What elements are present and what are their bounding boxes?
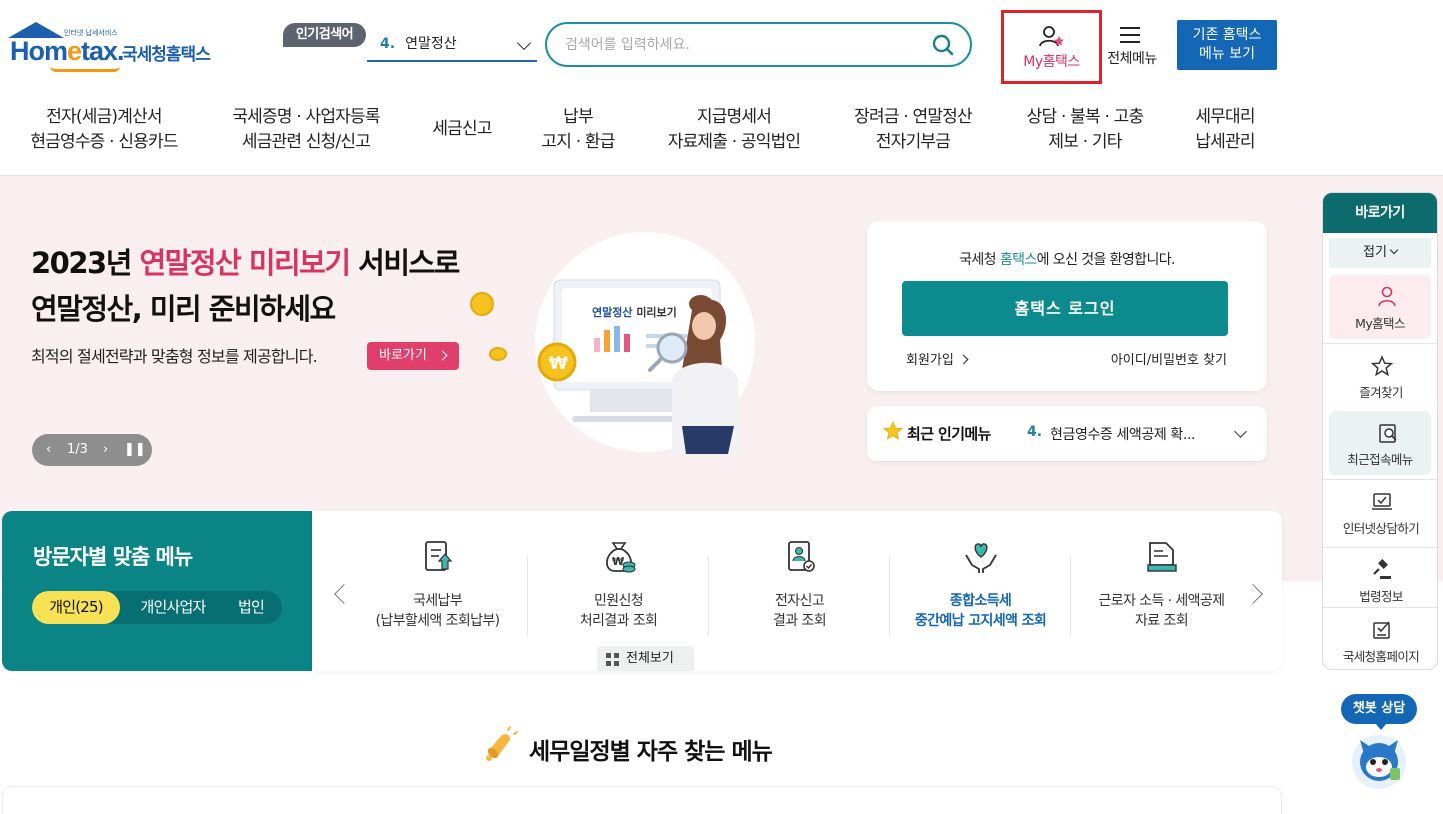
old-menu-label-2: 메뉴 보기 bbox=[1199, 46, 1255, 62]
next-slide-button[interactable]: › bbox=[103, 442, 108, 457]
visitor-menu-content: 국세납부 (납부할세액 조회납부) ₩ 민원신청 처리결과 조회 전자신고 결과 조회 bbox=[312, 511, 1282, 671]
tax-payment-icon bbox=[425, 541, 453, 571]
popular-search-rank: 4. bbox=[380, 36, 396, 52]
fold-button[interactable]: 접기 bbox=[1329, 238, 1431, 268]
gnb-item-certificate[interactable]: 국세증명 · 사업자등록 세금관련 신청/신고 bbox=[232, 105, 380, 155]
tab-corporation[interactable]: 법인 bbox=[228, 591, 274, 624]
gnb-item-year-end[interactable]: 장려금 · 연말정산 전자기부금 bbox=[854, 105, 973, 155]
form-stack-icon bbox=[1147, 542, 1177, 572]
chevron-down-icon bbox=[516, 35, 532, 51]
gnb-item-tax-filing[interactable]: 세금신고 bbox=[432, 117, 492, 142]
user-star-icon bbox=[1039, 26, 1064, 47]
search-box bbox=[545, 22, 972, 67]
recent-popular-menu[interactable]: 최근 인기메뉴 4. 현금영수증 세액공제 확... bbox=[867, 406, 1267, 461]
popular-search-term: 연말정산 bbox=[405, 36, 457, 52]
logo-brand: Hometax. bbox=[10, 36, 125, 66]
logo-korean-name: 국세청홈택스 bbox=[122, 45, 211, 65]
join-link[interactable]: 회원가입 bbox=[906, 349, 969, 368]
main-navigation: 전자(세금)계산서 현금영수증 · 신용카드 국세증명 · 사업자등록 세금관련 신… bbox=[0, 90, 1443, 176]
bell-icon bbox=[486, 726, 518, 761]
star-icon bbox=[1371, 355, 1393, 377]
visitor-item-e-filing-result[interactable]: 전자신고 결과 조회 bbox=[709, 511, 890, 671]
chevron-right-icon bbox=[437, 350, 448, 361]
visitor-item-income-tax-prepay[interactable]: 종합소득세 중간예납 고지세액 조회 bbox=[890, 511, 1071, 671]
hero-title: 2023년 연말정산 미리보기 서비스로 연말정산, 미리 준비하세요 bbox=[31, 246, 460, 326]
hometax-login-button[interactable]: 홈택스 로그인 bbox=[902, 281, 1228, 336]
grid-icon bbox=[606, 653, 619, 666]
logo-swoosh bbox=[50, 66, 120, 72]
quick-recent-menu[interactable]: 최근접속메뉴 bbox=[1329, 411, 1431, 475]
hamburger-icon bbox=[1120, 27, 1140, 48]
gnb-item-tax-agent[interactable]: 세무대리 납세관리 bbox=[1195, 105, 1255, 155]
old-menu-button[interactable]: 기존 홈택스 메뉴 보기 bbox=[1177, 20, 1277, 70]
illust-label: 연말정산 미리보기 bbox=[592, 305, 677, 319]
gavel-icon bbox=[1373, 559, 1391, 579]
checklist-icon bbox=[1373, 621, 1390, 639]
chevron-down-icon bbox=[1234, 425, 1247, 438]
gnb-item-e-invoice[interactable]: 전자(세금)계산서 현금영수증 · 신용카드 bbox=[30, 105, 178, 155]
login-card: 국세청 홈택스에 오신 것을 환영합니다. 홈택스 로그인 회원가입 아이디/비… bbox=[867, 221, 1267, 391]
star-icon bbox=[883, 421, 903, 440]
visitor-menu-title: 방문자별 맞춤 메뉴 bbox=[33, 545, 193, 569]
visitor-item-worker-deduction[interactable]: 근로자 소득 · 세액공제 자료 조회 bbox=[1071, 511, 1252, 671]
document-person-icon bbox=[788, 541, 815, 572]
quick-nts-homepage[interactable]: 국세청홈페이지 bbox=[1323, 607, 1437, 669]
quick-links-title: 바로가기 bbox=[1323, 193, 1437, 233]
popular-search-badge: 인기검색어 bbox=[283, 23, 366, 47]
tab-individual[interactable]: 개인(25) bbox=[32, 591, 120, 624]
slide-counter: 1/3 bbox=[67, 442, 88, 457]
visitor-item-tax-payment[interactable]: 국세납부 (납부할세액 조회납부) bbox=[347, 511, 528, 671]
hometax-logo[interactable]: 인터넷 납세서비스 Hometax. 국세청홈택스 bbox=[6, 22, 221, 74]
schedule-menu-card bbox=[2, 786, 1282, 814]
header: 인터넷 납세서비스 Hometax. 국세청홈택스 인기검색어 4. 연말정산 M… bbox=[0, 0, 1443, 90]
pause-button[interactable]: ❚❚ bbox=[124, 442, 146, 457]
recent-popular-title: 최근 인기메뉴 bbox=[907, 425, 991, 443]
find-id-password-link[interactable]: 아이디/비밀번호 찾기 bbox=[1111, 349, 1227, 368]
all-menu-label: 전체메뉴 bbox=[1107, 51, 1157, 67]
monitor-check-icon bbox=[1372, 493, 1392, 510]
year-end-preview-illustration: 연말정산 미리보기 ₩ bbox=[535, 232, 755, 454]
hero-go-button[interactable]: 바로가기 bbox=[367, 342, 459, 370]
quick-favorites[interactable]: 즐겨찾기 bbox=[1323, 343, 1437, 407]
quick-law-info[interactable]: 법령정보 bbox=[1323, 547, 1437, 611]
prev-slide-button[interactable]: ‹ bbox=[46, 442, 51, 457]
my-hometax-label: My홈택스 bbox=[1023, 54, 1080, 70]
visitor-tabs: 개인(25) 개인사업자 법인 bbox=[32, 591, 282, 624]
user-icon bbox=[1378, 286, 1396, 307]
recent-popular-value: 현금영수증 세액공제 확... bbox=[1050, 427, 1196, 443]
popular-search-select[interactable]: 4. 연말정산 bbox=[367, 26, 537, 62]
my-hometax-button[interactable]: My홈택스 bbox=[1001, 10, 1102, 84]
coin-icon bbox=[470, 292, 494, 316]
gnb-item-consult[interactable]: 상담 · 불복 · 고충 제보 · 기타 bbox=[1027, 105, 1144, 155]
heart-hands-icon bbox=[965, 543, 997, 573]
all-menu-button[interactable]: 전체메뉴 bbox=[1101, 20, 1163, 72]
visitor-menu-panel: 방문자별 맞춤 메뉴 개인(25) 개인사업자 법인 bbox=[2, 511, 314, 671]
quick-links-panel: 바로가기 접기 My홈택스 즐겨찾기 최근접속메뉴 인터넷상담하기 법령정보 국… bbox=[1322, 192, 1438, 670]
svg-text:₩: ₩ bbox=[612, 555, 624, 568]
gnb-item-statement[interactable]: 지급명세서 자료제출 · 공익법인 bbox=[668, 105, 801, 155]
chatbot-button[interactable]: 챗봇 상담 bbox=[1341, 694, 1417, 730]
view-all-button[interactable]: 전체보기 bbox=[597, 646, 694, 671]
recent-popular-rank: 4. bbox=[1027, 424, 1043, 440]
gnb-item-payment[interactable]: 납부 고지 · 환급 bbox=[541, 105, 615, 155]
welcome-text: 국세청 홈택스에 오신 것을 환영합니다. bbox=[959, 252, 1175, 268]
coin-icon bbox=[489, 347, 507, 361]
money-bag-icon: ₩ bbox=[606, 542, 636, 573]
search-icon[interactable] bbox=[932, 34, 954, 56]
hero-description: 최적의 절세전략과 맞춤형 정보를 제공합니다. bbox=[31, 347, 318, 366]
search-input[interactable] bbox=[565, 32, 925, 57]
svg-text:₩: ₩ bbox=[549, 354, 568, 374]
chatbot-mascot-icon[interactable] bbox=[1350, 732, 1408, 790]
hero-pager: ‹ 1/3 › ❚❚ bbox=[32, 434, 152, 466]
chevron-down-icon bbox=[1389, 245, 1399, 255]
recent-search-icon bbox=[1379, 424, 1397, 443]
tab-sole-proprietor[interactable]: 개인사업자 bbox=[126, 591, 220, 624]
quick-my-hometax[interactable]: My홈택스 bbox=[1329, 275, 1431, 339]
quick-internet-consult[interactable]: 인터넷상담하기 bbox=[1323, 479, 1437, 543]
old-menu-label-1: 기존 홈택스 bbox=[1192, 27, 1262, 43]
chevron-right-icon bbox=[958, 354, 969, 365]
